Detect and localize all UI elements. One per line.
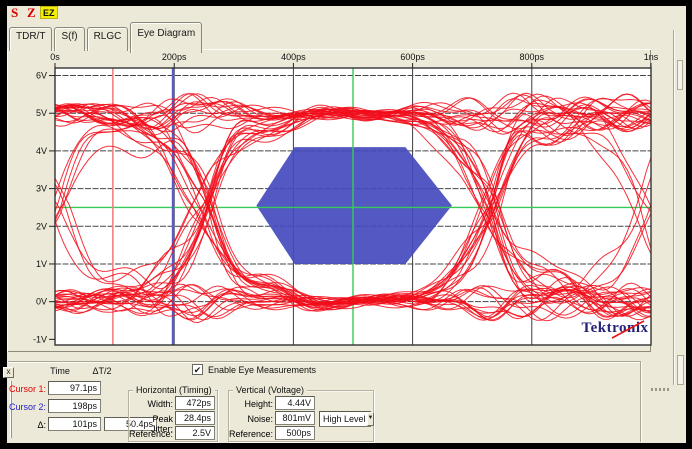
- delta-label: Δ:: [0, 420, 46, 430]
- time-column-header: Time: [38, 366, 82, 376]
- svg-text:-1V: -1V: [33, 334, 47, 344]
- z-icon[interactable]: Z: [27, 5, 36, 21]
- svg-text:6V: 6V: [36, 71, 47, 81]
- tab-bar: TDR/T S(f) RLGC Eye Diagram: [9, 27, 204, 51]
- cursor2-label: Cursor 2:: [0, 402, 46, 412]
- noise-label: Noise:: [229, 414, 273, 424]
- right-groove: [673, 30, 675, 385]
- svg-text:4V: 4V: [36, 146, 47, 156]
- svg-text:5V: 5V: [36, 108, 47, 118]
- enable-eye-measurements-label: Enable Eye Measurements: [208, 365, 316, 375]
- scrollbar-remnant-bottom: [677, 355, 684, 385]
- vertical-voltage-group: Vertical (Voltage) Height: 4.44V Noise: …: [228, 390, 374, 442]
- vertical-voltage-title: Vertical (Voltage): [233, 385, 307, 395]
- dotted-decoration: [651, 388, 669, 391]
- height-field: 4.44V: [275, 396, 315, 410]
- panel-top-groove: [8, 361, 641, 363]
- close-panel-button[interactable]: x: [3, 367, 14, 378]
- tab-rlgc[interactable]: RLGC: [87, 27, 129, 51]
- level-select-value: High Level: [320, 414, 366, 424]
- width-field: 472ps: [175, 396, 215, 410]
- eye-diagram-plot[interactable]: Tektronix 0s 200ps 400ps 600ps 800ps 1ns 6V 5V 4V…: [26, 52, 660, 354]
- svg-text:2V: 2V: [36, 221, 47, 231]
- horizontal-timing-group: Horizontal (Timing) Width: 472ps Peak Ji…: [128, 390, 218, 442]
- horizontal-timing-title: Horizontal (Timing): [133, 385, 215, 395]
- svg-text:3V: 3V: [36, 184, 47, 194]
- voltage-reference-field[interactable]: 500ps: [275, 426, 315, 440]
- peak-jitter-field: 28.4ps: [175, 411, 215, 425]
- noise-field: 801mV: [275, 411, 315, 425]
- cursor1-label: Cursor 1:: [0, 384, 46, 394]
- svg-text:200ps: 200ps: [162, 52, 187, 62]
- timing-reference-field[interactable]: 2.5V: [175, 426, 215, 440]
- tab-sf[interactable]: S(f): [54, 27, 84, 51]
- application-window: S Z EZ TDR/T S(f) RLGC Eye Diagram Tektr…: [0, 0, 692, 449]
- svg-text:1ns: 1ns: [644, 52, 659, 62]
- tab-eye-diagram[interactable]: Eye Diagram: [130, 22, 202, 53]
- scrollbar-remnant-top: [677, 60, 683, 90]
- svg-text:0V: 0V: [36, 297, 47, 307]
- panel-right-groove: [640, 362, 642, 442]
- svg-text:Tektronix: Tektronix: [581, 320, 648, 336]
- svg-text:400ps: 400ps: [281, 52, 306, 62]
- level-select-dropdown[interactable]: High Level ▼: [319, 411, 371, 427]
- timing-reference-label: Reference:: [129, 429, 173, 439]
- dt2-column-header: ΔT/2: [82, 366, 122, 376]
- ez-icon[interactable]: EZ: [40, 6, 58, 19]
- tab-tdrt[interactable]: TDR/T: [9, 27, 52, 51]
- s-icon[interactable]: S: [11, 5, 18, 21]
- svg-text:800ps: 800ps: [520, 52, 545, 62]
- svg-text:0s: 0s: [50, 52, 60, 62]
- voltage-reference-label: Reference:: [229, 429, 273, 439]
- svg-text:1V: 1V: [36, 259, 47, 269]
- height-label: Height:: [229, 399, 273, 409]
- chevron-down-icon[interactable]: ▼: [367, 412, 375, 426]
- enable-eye-measurements-checkbox[interactable]: ✔: [192, 364, 203, 375]
- svg-text:600ps: 600ps: [400, 52, 425, 62]
- cursor1-field[interactable]: 97.1ps: [48, 381, 101, 395]
- width-label: Width:: [129, 399, 173, 409]
- cursor2-field[interactable]: 198ps: [48, 399, 101, 413]
- delta-time-field[interactable]: 101ps: [48, 417, 101, 431]
